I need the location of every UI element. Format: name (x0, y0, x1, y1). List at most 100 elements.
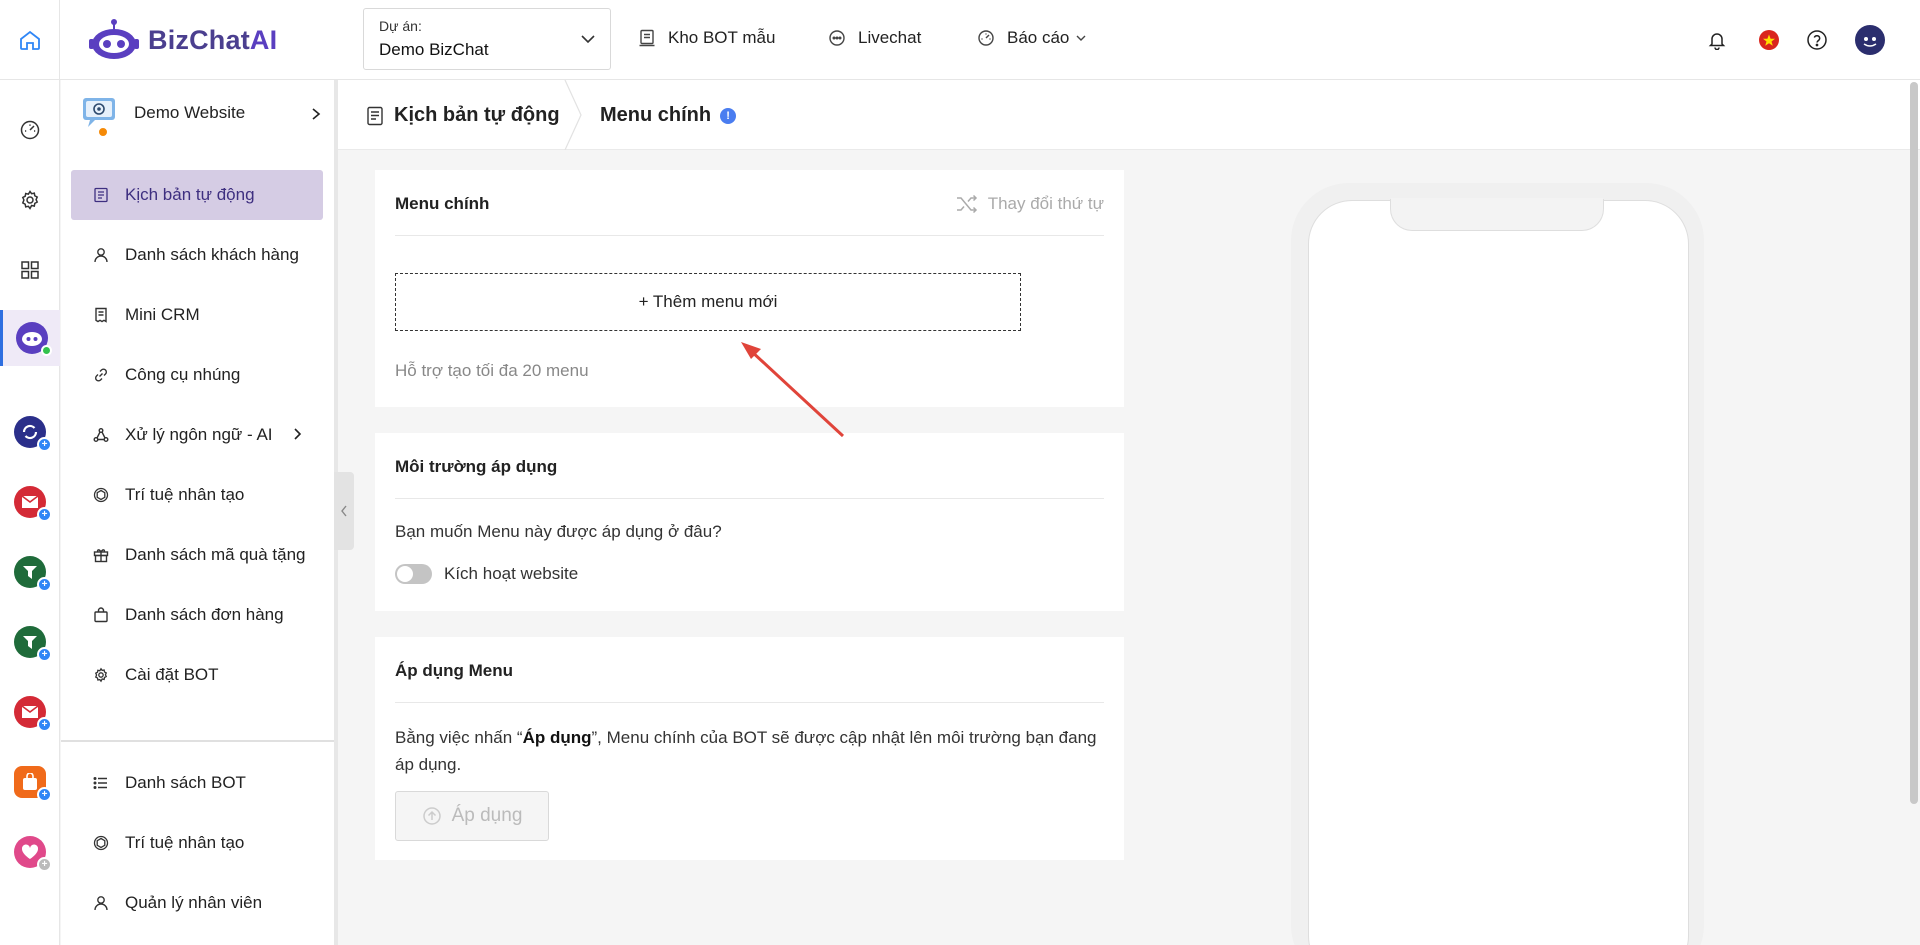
rail-settings[interactable] (0, 178, 60, 222)
rail-app-3[interactable]: + (0, 480, 60, 524)
menu-item-mini-crm[interactable]: Mini CRM (71, 290, 323, 340)
home-icon (19, 30, 40, 50)
project-select[interactable]: Dự án: Demo BizChat (363, 8, 611, 70)
nav-reports[interactable]: Báo cáo (977, 28, 1087, 48)
project-value: Demo BizChat (379, 40, 489, 59)
menu-item-label: Công cụ nhúng (125, 365, 241, 384)
link-icon (91, 365, 111, 385)
breadcrumb: Kịch bản tự động Menu chính ! (338, 80, 1920, 150)
collapse-sidebar-button[interactable] (334, 472, 354, 550)
gift-icon (91, 545, 111, 565)
apply-menu-card: Áp dụng Menu Bằng việc nhấn “Áp dụng”, M… (375, 637, 1124, 860)
rail-app-2[interactable]: + (0, 410, 60, 454)
add-badge: + (37, 647, 52, 662)
apply-title: Áp dụng Menu (395, 661, 514, 680)
menu-item-label: Mini CRM (125, 305, 200, 324)
rail-app-8[interactable]: + (0, 830, 60, 874)
bizchat-app-icon (15, 322, 52, 356)
mail-app-icon: + (14, 486, 52, 522)
apply-button[interactable]: Áp dụng (395, 791, 549, 841)
rail-app-6[interactable]: + (0, 690, 60, 734)
bot-name: Demo Website (134, 103, 246, 122)
menu-item-auto-script[interactable]: Kịch bản tự động (71, 170, 323, 220)
mail-app-icon: + (14, 696, 52, 732)
card-title: Menu chính Thay đổi thứ tự (395, 170, 1104, 236)
website-toggle[interactable] (395, 564, 432, 584)
dashboard-icon (978, 30, 994, 46)
menu-item-label: Trí tuệ nhân tạo (125, 833, 245, 852)
bot-logo-icon (89, 19, 139, 59)
upload-icon (422, 807, 441, 825)
card-title: Áp dụng Menu (395, 637, 1104, 703)
project-label: Dự án: (379, 18, 422, 34)
page-scrollbar[interactable] (1910, 82, 1918, 804)
breadcrumb-separator (564, 80, 582, 150)
menu-item-bot-settings[interactable]: Cài đặt BOT (71, 650, 323, 700)
top-bar: BizChatAI Dự án: Demo BizChat Kho BOT mẫ… (0, 0, 1920, 80)
environment-title: Môi trường áp dụng (395, 457, 558, 476)
crm-icon (91, 305, 111, 325)
chevron-left-icon (341, 505, 347, 517)
language-button[interactable] (1755, 26, 1783, 54)
info-icon[interactable]: ! (720, 107, 737, 124)
page-title-label: Menu chính (600, 104, 712, 126)
main-menu-card: Menu chính Thay đổi thứ tự + Thêm menu m… (375, 170, 1124, 407)
avatar-icon (1855, 25, 1885, 55)
shuffle-icon (956, 194, 977, 214)
menu-item-nlp[interactable]: Xử lý ngôn ngữ - AI (71, 410, 323, 460)
menu-item-orders[interactable]: Danh sách đơn hàng (71, 590, 323, 640)
rail-app-4[interactable]: + (0, 550, 60, 594)
website-bot-icon (83, 98, 115, 127)
menu-item-label: Danh sách khách hàng (125, 245, 299, 264)
menu-item-embed-tools[interactable]: Công cụ nhúng (71, 350, 323, 400)
add-badge: + (37, 717, 52, 732)
chevron-right-icon (294, 428, 302, 440)
chevron-down-icon (581, 35, 595, 44)
breadcrumb-section[interactable]: Kịch bản tự động (366, 104, 560, 127)
menu-item-ai[interactable]: Trí tuệ nhân tạo (71, 470, 323, 520)
app-rail: + + + + + + + (0, 80, 60, 945)
menu-limit-hint: Hỗ trợ tạo tối đa 20 menu (395, 361, 589, 380)
website-toggle-label: Kích hoạt website (444, 564, 579, 583)
home-button[interactable] (0, 0, 60, 80)
brand-logo[interactable]: BizChatAI (88, 18, 277, 62)
website-toggle-row: Kích hoạt website (395, 564, 1104, 584)
nlp-icon (91, 425, 111, 445)
rail-bizchat[interactable] (0, 310, 60, 366)
script-icon (91, 185, 111, 205)
nav-bot-templates[interactable]: Kho BOT mẫu (638, 28, 775, 48)
notifications-button[interactable] (1703, 26, 1731, 54)
environment-question: Bạn muốn Menu này được áp dụng ở đâu? (395, 522, 722, 541)
dashboard-icon (20, 120, 40, 140)
user-avatar[interactable] (1854, 24, 1886, 56)
rail-app-7[interactable]: + (0, 760, 60, 804)
online-status-dot (40, 345, 52, 356)
menu-item-label: Trí tuệ nhân tạo (125, 485, 245, 504)
bot-selector[interactable]: Demo Website (82, 97, 321, 129)
bot-template-icon (639, 29, 655, 47)
menu-item-bot-list[interactable]: Danh sách BOT (71, 758, 323, 808)
form-app-icon: + (14, 626, 52, 662)
gear-icon (91, 665, 111, 685)
reorder-button[interactable]: Thay đổi thứ tự (956, 194, 1104, 214)
script-icon (367, 106, 383, 125)
menu-item-ai-bottom[interactable]: Trí tuệ nhân tạo (71, 818, 323, 868)
menu-item-customers[interactable]: Danh sách khách hàng (71, 230, 323, 280)
rail-apps[interactable] (0, 248, 60, 292)
card-title: Môi trường áp dụng (395, 433, 1104, 499)
phone-notch (1390, 199, 1604, 231)
menu-item-label: Danh sách đơn hàng (125, 605, 284, 624)
help-button[interactable] (1803, 26, 1831, 54)
rail-dashboard[interactable] (0, 108, 60, 152)
add-badge: + (37, 437, 52, 452)
rail-app-5[interactable]: + (0, 620, 60, 664)
menu-item-gift-codes[interactable]: Danh sách mã quà tặng (71, 530, 323, 580)
help-icon (1807, 30, 1827, 50)
add-badge: + (37, 577, 52, 592)
menu-item-staff[interactable]: Quản lý nhân viên (71, 878, 323, 928)
add-menu-button[interactable]: + Thêm menu mới (395, 273, 1021, 331)
gear-icon (21, 190, 39, 210)
menu-item-label: Xử lý ngôn ngữ - AI (125, 425, 273, 444)
nav-livechat[interactable]: Livechat (828, 28, 921, 48)
nav-livechat-label: Livechat (858, 28, 922, 47)
